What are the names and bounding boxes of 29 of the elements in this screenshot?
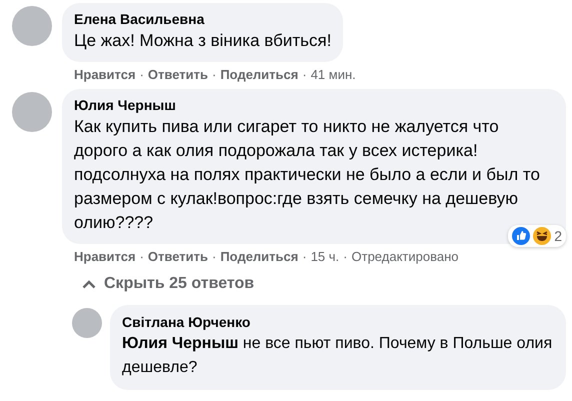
action-link[interactable]: Ответить — [148, 249, 208, 264]
avatar-photo[interactable] — [12, 92, 52, 132]
separator-dot: · — [343, 249, 348, 264]
author-name[interactable]: Юлия Черныш — [74, 97, 554, 113]
separator-dot: · — [302, 67, 307, 82]
comment-text: Юлия Черныш не все пьют пиво. Почему в Польше олия дешевле? — [122, 334, 554, 378]
separator-dot: · — [212, 249, 216, 264]
separator-dot: · — [140, 67, 144, 82]
comment-meta: Отредактировано — [352, 249, 458, 264]
avatar-photo[interactable] — [12, 6, 52, 46]
reactions-badge[interactable]: 2 — [508, 225, 566, 247]
action-link[interactable]: Ответить — [148, 67, 208, 82]
separator-dot: · — [302, 249, 307, 264]
comment-meta: 15 ч. — [310, 249, 340, 264]
avatar-photo[interactable] — [72, 308, 102, 338]
comment-text: Це жах! Можна з віника вбиться! — [74, 30, 332, 52]
author-name[interactable]: Світлана Юрченко — [122, 314, 554, 330]
hide-replies-link[interactable]: Скрыть 25 ответов — [12, 271, 566, 305]
separator-dot: · — [140, 249, 144, 264]
like-icon — [512, 227, 530, 245]
action-link[interactable]: Нравится — [74, 67, 136, 82]
action-link[interactable]: Нравится — [74, 249, 136, 264]
laughing-face-icon — [533, 227, 552, 245]
separator-dot: · — [212, 67, 216, 82]
reaction-count: 2 — [554, 228, 562, 244]
action-link[interactable]: Поделиться — [220, 249, 298, 264]
author-name[interactable]: Елена Васильевна — [74, 11, 332, 27]
action-link[interactable]: Поделиться — [220, 67, 298, 82]
comment-meta: 41 мин. — [310, 67, 356, 82]
